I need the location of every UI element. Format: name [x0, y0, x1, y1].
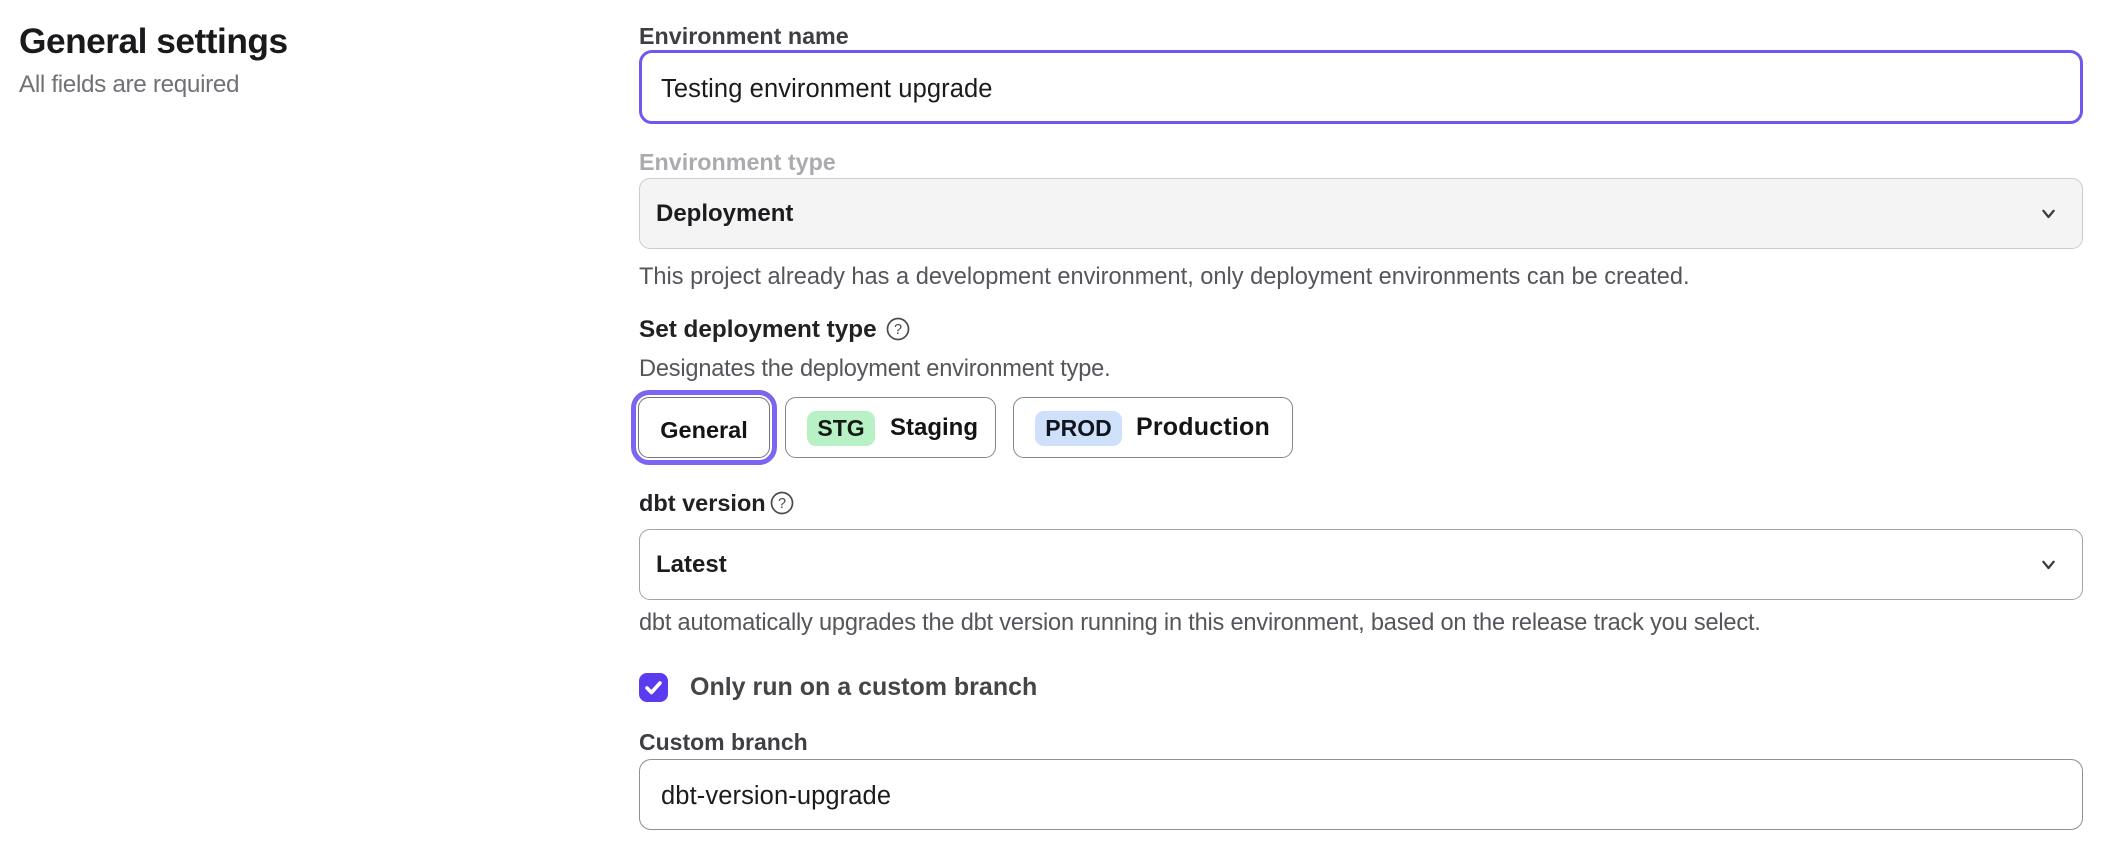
- svg-text:?: ?: [778, 496, 786, 512]
- svg-text:?: ?: [894, 322, 902, 338]
